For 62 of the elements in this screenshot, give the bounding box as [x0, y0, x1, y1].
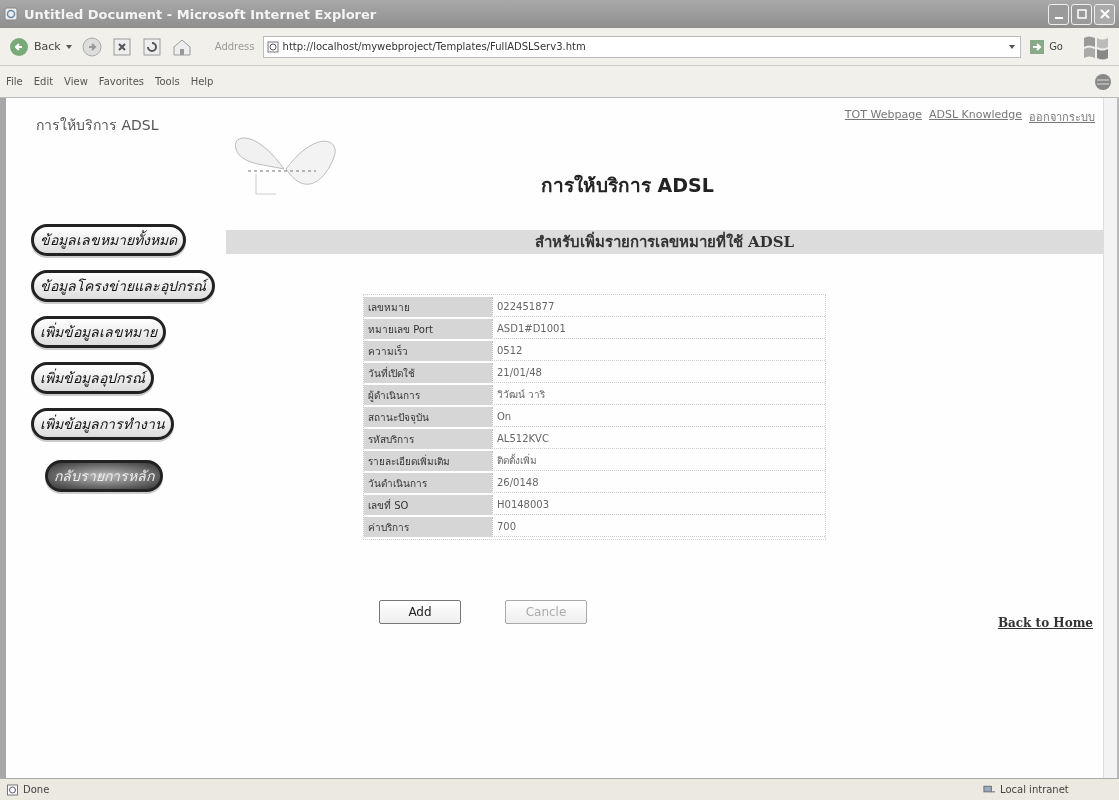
field-label: เลขที่ SO	[364, 495, 492, 515]
menu-item[interactable]: View	[64, 76, 88, 87]
caret-icon	[64, 42, 73, 51]
page-icon	[266, 40, 279, 53]
network-icon	[983, 783, 996, 796]
back-to-home-link[interactable]: Back to Home	[997, 616, 1093, 630]
zone-text: Local intranet	[1000, 784, 1069, 795]
maximize-button[interactable]	[1071, 3, 1092, 25]
form-button[interactable]: Add	[379, 600, 461, 624]
nav-button[interactable]: เพิ่มข้อมูลอุปกรณ์	[31, 362, 154, 394]
address-label: Address	[214, 41, 255, 52]
status-text: Done	[23, 784, 50, 795]
page-icon	[6, 783, 19, 796]
field-value: 26/0148	[492, 473, 825, 493]
browser-icon	[4, 7, 18, 21]
menu-item[interactable]: File	[6, 76, 23, 87]
back-button[interactable]: Back	[8, 35, 73, 58]
field-label: วันที่เปิดใช้	[364, 363, 492, 383]
menu-item[interactable]: Help	[190, 76, 214, 87]
field-label: หมายเลข Port	[364, 319, 492, 339]
field-value: H0148003	[492, 495, 825, 515]
window-title: Untitled Document - Microsoft Internet Explorer	[24, 6, 378, 22]
field-value: 0512	[492, 341, 825, 361]
field-value: 022451877	[492, 297, 825, 317]
minimize-button[interactable]	[1048, 3, 1069, 25]
field-label: ผู้ดำเนินการ	[364, 385, 492, 405]
maximize-icon	[1076, 9, 1087, 19]
menu-item[interactable]: Edit	[33, 76, 54, 87]
menu-item[interactable]: Tools	[155, 76, 180, 87]
field-value: 700	[492, 517, 825, 537]
nav-link[interactable]: ADSL Knowledge	[928, 108, 1022, 126]
field-value: AL512KVC	[492, 429, 825, 449]
nav-button[interactable]: เพิ่มข้อมูลเลขหมาย	[31, 316, 166, 348]
field-value: On	[492, 407, 825, 427]
field-label: เลขหมาย	[364, 297, 492, 317]
field-label: วันดำเนินการ	[364, 473, 492, 493]
go-button[interactable]: Go	[1029, 38, 1073, 55]
close-button[interactable]	[1094, 3, 1115, 25]
menu-item[interactable]: Favorites	[98, 76, 144, 87]
stop-icon[interactable]	[110, 35, 133, 58]
refresh-icon[interactable]	[140, 35, 163, 58]
nav-link[interactable]: ออกจากระบบ	[1029, 108, 1095, 126]
forward-icon[interactable]	[80, 35, 103, 58]
field-label: รหัสบริการ	[364, 429, 492, 449]
field-label: ความเร็ว	[364, 341, 492, 361]
nav-button[interactable]: เพิ่มข้อมูลการทำงาน	[31, 408, 174, 440]
field-value: ติดตั้งเพิ่ม	[492, 451, 825, 471]
field-label: ค่าบริการ	[364, 517, 492, 537]
field-value: วิวัฒน์ วาริ	[492, 385, 825, 405]
address-field[interactable]: http://localhost/mywebproject/Templates/FullADSLServ3.htm	[262, 35, 1022, 58]
nav-link[interactable]: TOT Webpage	[844, 108, 922, 126]
nav-button[interactable]: ข้อมูลโครงข่ายและอุปกรณ์	[31, 270, 215, 302]
field-label: สถานะปัจจุบัน	[364, 407, 492, 427]
section-title: สำหรับเพิ่มรายการเลขหมายที่ใช้ ADSL	[534, 230, 795, 253]
nav-button[interactable]: ข้อมูลเลขหมายทั้งหมด	[31, 224, 186, 256]
close-icon	[1099, 9, 1110, 19]
page-heading: การให้บริการ ADSL	[541, 173, 714, 198]
field-value: 21/01/48	[492, 363, 825, 383]
field-label: รายละเอียดเพิ่มเติม	[364, 451, 492, 471]
site-title: การให้บริการ ADSL	[36, 116, 160, 135]
field-value: ASD1#D1001	[492, 319, 825, 339]
minimize-icon	[1054, 17, 1063, 19]
